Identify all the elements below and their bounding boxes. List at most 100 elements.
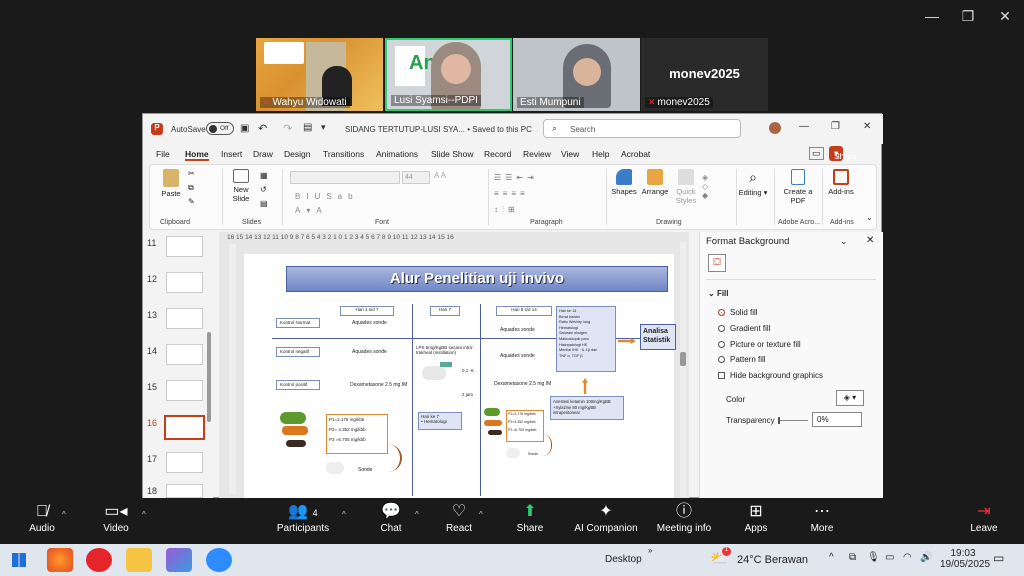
file-explorer-icon[interactable]	[126, 548, 152, 572]
paste-button[interactable]: Paste	[156, 169, 186, 198]
menu-review[interactable]: Review	[523, 149, 551, 159]
menu-transitions[interactable]: Transitions	[323, 149, 364, 159]
overflow-icon[interactable]: »	[648, 546, 652, 555]
slide-scrollbar[interactable]	[680, 242, 686, 497]
video-options-icon[interactable]: ^	[142, 510, 146, 519]
radio-solid-fill[interactable]: Solid fill	[718, 308, 758, 317]
react-options-icon[interactable]: ^	[479, 510, 483, 519]
fill-bucket-icon[interactable]: ⛋	[708, 254, 726, 272]
restore-icon[interactable]: ❐	[831, 121, 840, 132]
participants-options-icon[interactable]: ^	[342, 510, 346, 519]
notifications-icon[interactable]: ▭	[993, 551, 1004, 565]
quick-styles-button[interactable]: Quick Styles	[672, 169, 700, 205]
volume-icon[interactable]: 🔊	[920, 552, 932, 563]
m365-icon[interactable]	[166, 548, 192, 572]
menu-home[interactable]: Home	[185, 149, 209, 161]
cut-icon[interactable]: ✂	[188, 169, 195, 178]
hide-bg-checkbox[interactable]: Hide background graphics	[718, 371, 823, 380]
slider-handle[interactable]	[778, 417, 780, 424]
slide-title[interactable]: Alur Penelitian uji invivo	[286, 266, 668, 292]
transparency-slider[interactable]	[778, 420, 808, 421]
close-icon[interactable]: ✕	[866, 235, 874, 246]
windows-start-icon[interactable]	[12, 553, 26, 567]
more-button[interactable]: ⋯ More	[782, 501, 862, 534]
shapes-button[interactable]: Shapes	[610, 169, 638, 196]
opera-icon[interactable]	[86, 548, 112, 572]
slide-thumb-11[interactable]	[166, 236, 203, 257]
wifi-icon[interactable]: ◠	[903, 552, 912, 563]
firefox-icon[interactable]	[47, 548, 73, 572]
meeting-info-button[interactable]: ⓘ Meeting info	[644, 501, 724, 534]
slide-thumb-16[interactable]	[164, 415, 205, 440]
video-tile-monev[interactable]: monev2025 ✕ monev2025	[641, 38, 768, 111]
collapse-ribbon-icon[interactable]: ⌄	[866, 213, 873, 222]
participants-button[interactable]: 👥 4 Participants	[263, 501, 343, 534]
menu-help[interactable]: Help	[592, 149, 609, 159]
reset-icon[interactable]: ↺	[260, 185, 267, 194]
tray-chevron-icon[interactable]: ^	[829, 552, 834, 563]
customize-icon[interactable]: ▾	[321, 122, 326, 133]
section-icon[interactable]: ▤	[260, 199, 268, 208]
font-size-select[interactable]: 44	[402, 171, 430, 184]
undo-icon[interactable]: ↶	[258, 122, 267, 135]
radio-pattern-fill[interactable]: Pattern fill	[718, 355, 766, 364]
autosave-toggle[interactable]: Off	[206, 122, 234, 135]
transparency-input[interactable]: 0%	[812, 412, 862, 427]
arrange-button[interactable]: Arrange	[640, 169, 670, 196]
tray-app-icon[interactable]: ⧉	[849, 552, 856, 563]
menu-file[interactable]: File	[156, 149, 170, 159]
addins-button[interactable]: Add-ins	[826, 169, 856, 196]
font-format-icons[interactable]: BIUSab	[295, 192, 359, 201]
slideshow-icon[interactable]: ▤	[303, 122, 312, 133]
create-pdf-button[interactable]: Create a PDF	[780, 169, 816, 205]
leave-button[interactable]: ⇥ Leave	[944, 501, 1024, 534]
slide-thumb-15[interactable]	[166, 380, 203, 401]
search-box[interactable]: ⌕ Search	[543, 119, 741, 138]
comments-icon[interactable]: ▭	[809, 147, 824, 160]
document-title[interactable]: SIDANG TERTUTUP-LUSI SYA... • Saved to t…	[345, 125, 532, 134]
menu-view[interactable]: View	[561, 149, 579, 159]
slide-thumb-13[interactable]	[166, 308, 203, 329]
audio-button[interactable]: 🎙̸ Audio	[2, 501, 82, 534]
ai-companion-button[interactable]: ✦ AI Companion	[566, 501, 646, 534]
user-avatar[interactable]	[769, 122, 781, 134]
desktop-label[interactable]: Desktop	[605, 554, 642, 565]
menu-design[interactable]: Design	[284, 149, 310, 159]
clock[interactable]: 19:03 19/05/2025	[940, 548, 990, 570]
microphone-icon[interactable]: 🎙	[867, 552, 880, 563]
list-icons[interactable]: ☰☰⇤⇥	[494, 173, 538, 182]
share-screen-button[interactable]: ⬆ Share	[490, 501, 570, 534]
new-slide-button[interactable]: New Slide	[226, 169, 256, 203]
layout-icon[interactable]: ▦	[260, 171, 268, 180]
font-family-select[interactable]	[290, 171, 400, 184]
slide-thumb-12[interactable]	[166, 272, 203, 293]
close-icon[interactable]: ✕	[993, 8, 1017, 25]
slide-canvas[interactable]: Alur Penelitian uji invivo Hari 1 s/d 7 …	[244, 254, 676, 499]
save-icon[interactable]: ▣	[240, 123, 249, 134]
minimize-icon[interactable]: —	[920, 8, 944, 24]
slide-thumb-17[interactable]	[166, 452, 203, 473]
close-icon[interactable]: ✕	[863, 121, 871, 132]
font-color-icons[interactable]: A▾A	[295, 206, 328, 215]
weather-text[interactable]: 24°C Berawan	[737, 554, 808, 566]
menu-animations[interactable]: Animations	[376, 149, 418, 159]
redo-icon[interactable]: ↷	[283, 122, 292, 135]
video-tile-esti[interactable]: Esti Mumpuni	[513, 38, 640, 111]
video-tile-lusi[interactable]: An Lusi Syamsi--PDPI	[385, 38, 512, 111]
fill-section[interactable]: ⌄ Fill	[708, 289, 729, 298]
battery-icon[interactable]: ▭	[885, 552, 894, 563]
restore-icon[interactable]: ❐	[956, 8, 980, 25]
radio-gradient-fill[interactable]: Gradient fill	[718, 324, 770, 333]
menu-draw[interactable]: Draw	[253, 149, 273, 159]
thumbnails-scrollbar[interactable]	[207, 332, 211, 422]
menu-acrobat[interactable]: Acrobat	[621, 149, 650, 159]
spacing-icons[interactable]: ↕⫶⊞	[494, 205, 519, 215]
audio-options-icon[interactable]: ^	[62, 510, 66, 519]
share-button[interactable]: ⇪ Share ▾	[829, 146, 857, 161]
radio-picture-fill[interactable]: Picture or texture fill	[718, 340, 801, 349]
slide-thumb-14[interactable]	[166, 344, 203, 365]
chevron-down-icon[interactable]: ⌄	[840, 236, 848, 247]
format-painter-icon[interactable]: ✎	[188, 197, 195, 206]
color-picker-button[interactable]: ◈ ▾	[836, 390, 864, 406]
zoom-app-icon[interactable]	[206, 548, 232, 572]
